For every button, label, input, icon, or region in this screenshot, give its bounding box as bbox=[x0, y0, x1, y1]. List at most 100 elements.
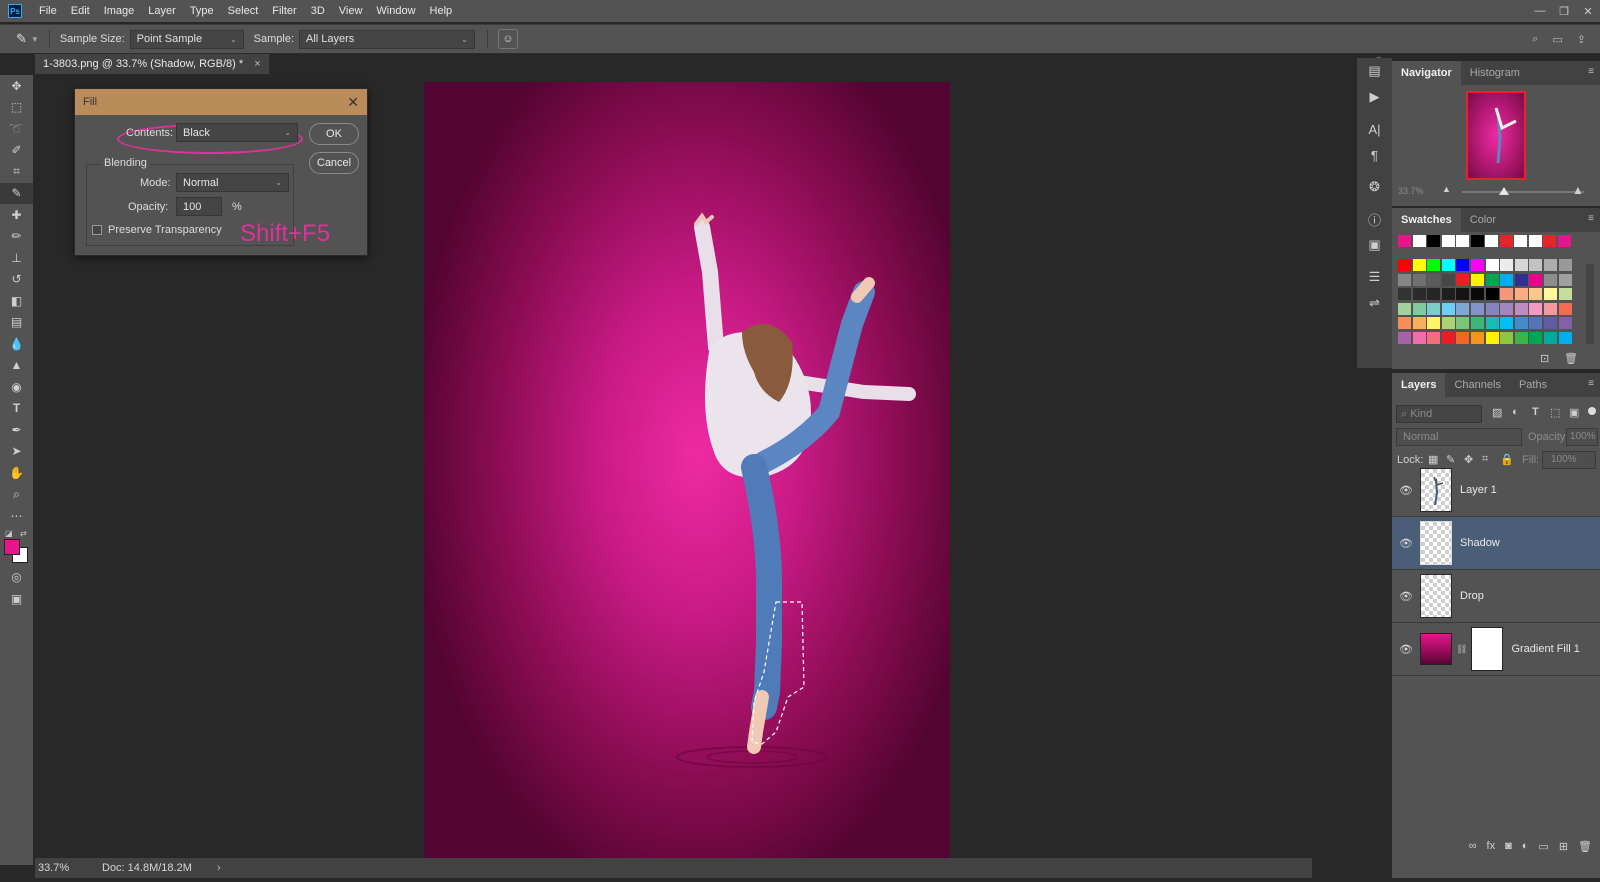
cancel-button[interactable]: Cancel bbox=[309, 152, 359, 174]
swatch[interactable] bbox=[1412, 288, 1426, 301]
status-menu-arrow-icon[interactable]: › bbox=[217, 858, 221, 878]
delete-swatch-icon[interactable]: 🗑 bbox=[1564, 352, 1578, 365]
zoom-slider-thumb[interactable] bbox=[1499, 187, 1509, 195]
link-layers-icon[interactable]: ∞ bbox=[1469, 840, 1477, 852]
adjustments-panel-icon[interactable]: ☰ bbox=[1357, 264, 1392, 290]
recent-swatch[interactable] bbox=[1543, 235, 1556, 247]
swatch[interactable] bbox=[1427, 317, 1441, 330]
new-group-icon[interactable]: ▭ bbox=[1538, 840, 1548, 853]
document-tab[interactable]: 1-3803.png @ 33.7% (Shadow, RGB/8) * × bbox=[35, 54, 270, 74]
swatch[interactable] bbox=[1514, 332, 1528, 344]
zoom-in-icon[interactable]: ▲ bbox=[1572, 183, 1584, 197]
path-selection-tool-icon[interactable]: ➤ bbox=[0, 441, 33, 463]
paragraph-panel-icon[interactable]: ¶ bbox=[1357, 142, 1392, 168]
swatch[interactable] bbox=[1544, 302, 1557, 315]
swatch[interactable] bbox=[1544, 288, 1557, 301]
swatch[interactable] bbox=[1529, 273, 1543, 286]
blend-mode-select[interactable]: Normal bbox=[1396, 428, 1522, 446]
recent-swatch[interactable] bbox=[1470, 235, 1484, 247]
swatch[interactable] bbox=[1500, 317, 1514, 330]
brush-tool-icon[interactable]: ✏ bbox=[0, 226, 33, 248]
sample-size-select[interactable]: Point Sample ⌄ bbox=[129, 29, 244, 49]
recent-swatch[interactable] bbox=[1499, 235, 1513, 247]
filter-adjustment-icon[interactable]: ◐ bbox=[1512, 406, 1519, 418]
layer-row[interactable]: 👁 Layer 1 bbox=[1392, 464, 1600, 517]
burn-tool-icon[interactable]: ◉ bbox=[0, 376, 33, 398]
swatch[interactable] bbox=[1558, 302, 1572, 315]
character-panel-icon[interactable]: A| bbox=[1357, 116, 1392, 142]
panel-menu-icon[interactable]: ≡ bbox=[1588, 378, 1594, 389]
swatch[interactable] bbox=[1544, 259, 1557, 271]
swatch[interactable] bbox=[1456, 302, 1470, 315]
eyedropper-tool-icon[interactable]: ✎ bbox=[0, 182, 33, 204]
quick-mask-icon[interactable]: ◎ bbox=[0, 567, 33, 589]
history-brush-tool-icon[interactable]: ↺ bbox=[0, 269, 33, 291]
swatch[interactable] bbox=[1485, 317, 1499, 330]
menu-help[interactable]: Help bbox=[423, 0, 460, 22]
more-tools-icon[interactable]: ⋯ bbox=[0, 505, 33, 527]
layer-filter-kind-select[interactable]: ⌕ Kind bbox=[1396, 405, 1482, 423]
hand-tool-icon[interactable]: ✋ bbox=[0, 462, 33, 484]
swatch[interactable] bbox=[1514, 302, 1528, 315]
swatch[interactable] bbox=[1544, 317, 1557, 330]
swatch[interactable] bbox=[1441, 302, 1455, 315]
swatch[interactable] bbox=[1514, 288, 1528, 301]
share-icon[interactable]: ⇪ bbox=[1577, 33, 1586, 46]
swatch[interactable] bbox=[1427, 302, 1441, 315]
swap-colors-icon[interactable]: ⇄ bbox=[20, 529, 27, 538]
swatch[interactable] bbox=[1398, 302, 1411, 315]
recent-swatch[interactable] bbox=[1456, 235, 1469, 247]
menu-3d[interactable]: 3D bbox=[304, 0, 332, 22]
tab-histogram[interactable]: Histogram bbox=[1461, 61, 1529, 85]
opacity-input[interactable]: 100 bbox=[176, 197, 222, 216]
brushes-panel-icon[interactable]: ❂ bbox=[1357, 174, 1392, 200]
swatch[interactable] bbox=[1500, 302, 1514, 315]
swatch[interactable] bbox=[1471, 317, 1484, 330]
swatch[interactable] bbox=[1485, 302, 1499, 315]
zoom-slider-track[interactable] bbox=[1462, 191, 1584, 193]
swatch[interactable] bbox=[1412, 302, 1426, 315]
contents-select[interactable]: Black ⌄ bbox=[176, 123, 298, 142]
pen-tool-icon[interactable]: ✒ bbox=[0, 419, 33, 441]
foreground-color-swatch[interactable] bbox=[4, 538, 20, 555]
swatch[interactable] bbox=[1412, 273, 1426, 286]
swatch[interactable] bbox=[1529, 317, 1543, 330]
restore-icon[interactable]: ❐ bbox=[1552, 5, 1576, 18]
menu-edit[interactable]: Edit bbox=[64, 0, 97, 22]
filter-toggle-icon[interactable] bbox=[1588, 407, 1596, 415]
history-panel-icon[interactable]: ▤ bbox=[1357, 58, 1392, 84]
swatch[interactable] bbox=[1544, 332, 1557, 344]
menu-view[interactable]: View bbox=[332, 0, 370, 22]
swatch[interactable] bbox=[1412, 332, 1426, 344]
close-window-icon[interactable]: ✕ bbox=[1576, 5, 1600, 18]
blur-tool-icon[interactable]: 💧 bbox=[0, 333, 33, 355]
tab-navigator[interactable]: Navigator bbox=[1392, 61, 1461, 85]
swatch[interactable] bbox=[1427, 259, 1441, 271]
delete-layer-icon[interactable]: 🗑 bbox=[1578, 840, 1592, 853]
layer-opacity-input[interactable]: 100% bbox=[1566, 428, 1598, 446]
clone-stamp-tool-icon[interactable]: ⊥ bbox=[0, 247, 33, 269]
swatch[interactable] bbox=[1500, 259, 1514, 271]
ok-button[interactable]: OK bbox=[309, 123, 359, 145]
screen-mode-icon[interactable]: ▣ bbox=[0, 588, 33, 610]
filter-shape-icon[interactable]: ⬚ bbox=[1550, 406, 1560, 419]
eyedropper-tool-preset-icon[interactable]: ✎ bbox=[16, 31, 27, 47]
swatch[interactable] bbox=[1514, 317, 1528, 330]
zoom-out-icon[interactable]: ▲ bbox=[1442, 184, 1451, 194]
recent-swatch[interactable] bbox=[1485, 235, 1498, 247]
swatch[interactable] bbox=[1398, 273, 1411, 286]
layer-row[interactable]: 👁 ⛓ Gradient Fill 1 bbox=[1392, 623, 1600, 676]
recent-swatch[interactable] bbox=[1427, 235, 1440, 247]
swatch[interactable] bbox=[1441, 273, 1455, 286]
swatch[interactable] bbox=[1398, 288, 1411, 301]
swatch[interactable] bbox=[1485, 273, 1499, 286]
swatch[interactable] bbox=[1456, 273, 1470, 286]
new-swatch-icon[interactable]: ⊡ bbox=[1540, 352, 1549, 365]
swatch[interactable] bbox=[1529, 288, 1543, 301]
swatch[interactable] bbox=[1558, 317, 1572, 330]
add-mask-icon[interactable]: ◙ bbox=[1505, 840, 1512, 852]
recent-swatch[interactable] bbox=[1514, 235, 1527, 247]
menu-filter[interactable]: Filter bbox=[265, 0, 303, 22]
swatch[interactable] bbox=[1412, 317, 1426, 330]
eye-icon[interactable]: 👁 bbox=[1392, 643, 1420, 656]
